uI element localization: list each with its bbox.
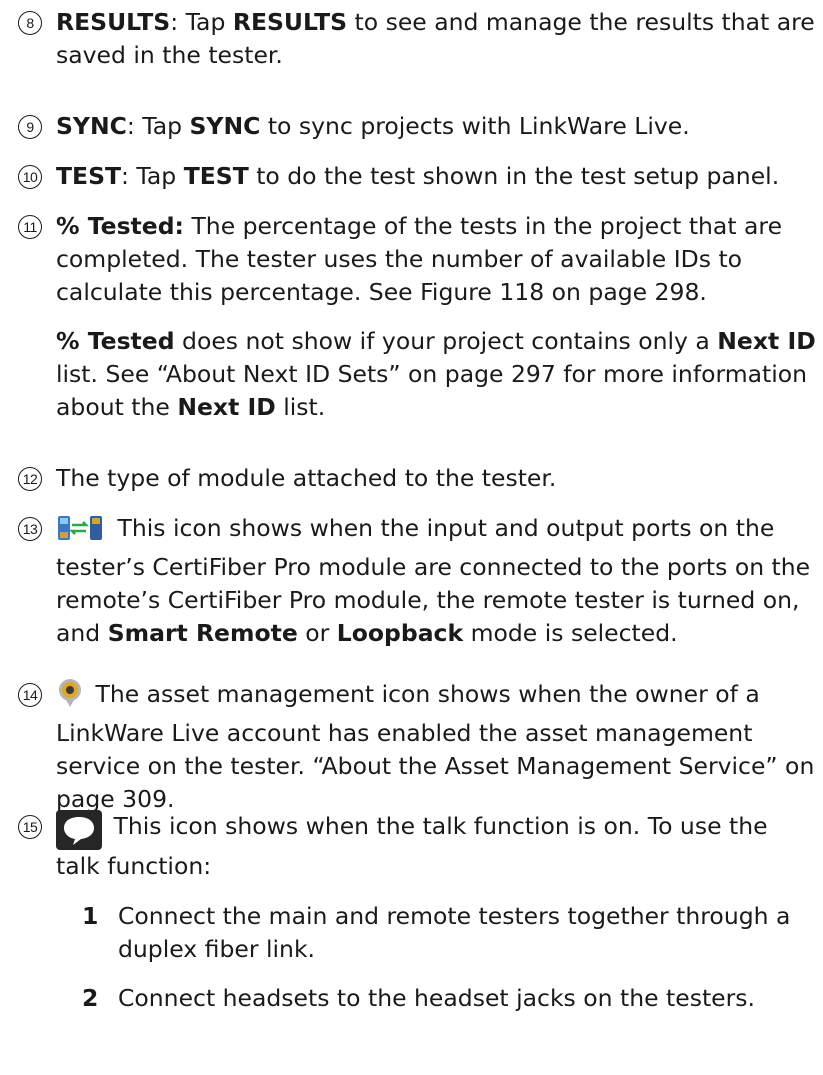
callout-text: SYNC: Tap SYNC to sync projects with Lin… [56,112,690,140]
callout-number: 15 [18,815,42,839]
callout-number: 8 [18,11,42,35]
callout-12: 12 The type of module attached to the te… [18,462,818,495]
list-item: 2 Connect headsets to the headset jacks … [82,982,818,1015]
asset-management-icon [56,678,84,717]
callout-number: 14 [18,683,42,707]
manual-page: 8 RESULTS: Tap RESULTS to see and manage… [0,0,823,1075]
step-number: 1 [82,902,99,930]
callout-8: 8 RESULTS: Tap RESULTS to see and manage… [18,6,818,72]
callout-text: % Tested: The percentage of the tests in… [56,210,818,424]
step-number: 2 [82,984,99,1012]
step-text: Connect the main and remote testers toge… [118,902,791,963]
callout-number: 13 [18,517,42,541]
callout-15: 15 This icon shows when the talk functio… [18,810,818,883]
list-item: 1 Connect the main and remote testers to… [82,900,818,966]
connected-modules-icon [56,514,106,551]
callout-text: TEST: Tap TEST to do the test shown in t… [56,162,780,190]
callout-number: 10 [18,165,42,189]
callout-11: 11 % Tested: The percentage of the tests… [18,210,818,424]
callout-number: 11 [18,215,42,239]
callout-text: RESULTS: Tap RESULTS to see and manage t… [56,8,815,69]
callout-number: 12 [18,467,42,491]
talk-icon [56,810,102,850]
callout-number: 9 [18,115,42,139]
callout-text: The type of module attached to the teste… [56,464,557,492]
callout-text: The asset management icon shows when the… [56,678,815,813]
callout-note: % Tested does not show if your project c… [56,327,816,421]
callout-10: 10 TEST: Tap TEST to do the test shown i… [18,160,818,193]
step-text: Connect headsets to the headset jacks on… [118,984,756,1012]
callout-14: 14 The asset management icon shows when … [18,678,818,816]
callout-text: This icon shows when the input and outpu… [56,514,811,647]
callout-13: 13 This icon shows when the input and ou… [18,512,818,650]
callout-9: 9 SYNC: Tap SYNC to sync projects with L… [18,110,818,143]
callout-text: This icon shows when the talk function i… [56,810,768,880]
